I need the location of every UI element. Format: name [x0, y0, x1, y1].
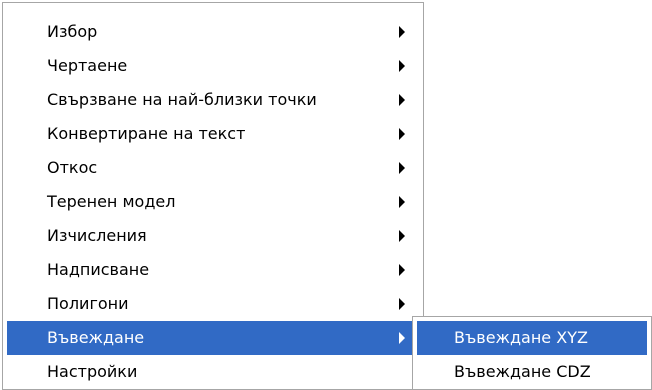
submenu-item-vavezhdane-xyz[interactable]: Въвеждане XYZ: [417, 321, 647, 355]
menu-item-label: Въвеждане XYZ: [454, 328, 588, 347]
menu-item-otkos[interactable]: Откос: [7, 151, 419, 185]
menu-item-chertaene[interactable]: Чертаене: [7, 49, 419, 83]
menu-item-nadpisvane[interactable]: Надписване: [7, 253, 419, 287]
menu-item-label: Въвеждане: [47, 328, 145, 347]
menu-item-svarzvane[interactable]: Свързване на най-близки точки: [7, 83, 419, 117]
menu-item-label: Полигони: [47, 294, 129, 313]
menu-item-konvertirane[interactable]: Конвертиране на текст: [7, 117, 419, 151]
menu-item-label: Въвеждане CDZ: [454, 362, 591, 381]
submenu-arrow-icon: [399, 196, 405, 208]
submenu-arrow-icon: [399, 332, 405, 344]
menu-item-nastroyki[interactable]: Настройки: [7, 355, 419, 389]
menu-item-label: Конвертиране на текст: [47, 124, 246, 143]
submenu-arrow-icon: [399, 264, 405, 276]
submenu-arrow-icon: [399, 162, 405, 174]
submenu-list: Въвеждане XYZ Въвеждане CDZ: [413, 321, 651, 389]
context-menu-list: Избор Чертаене Свързване на най-близки т…: [3, 15, 423, 389]
menu-item-vavezhdane[interactable]: Въвеждане: [7, 321, 419, 355]
menu-item-izchisleniya[interactable]: Изчисления: [7, 219, 419, 253]
context-menu: Избор Чертаене Свързване на най-близки т…: [2, 2, 424, 390]
submenu-item-vavezhdane-cdz[interactable]: Въвеждане CDZ: [417, 355, 647, 389]
menu-item-label: Свързване на най-близки точки: [47, 90, 317, 109]
menu-item-poligoni[interactable]: Полигони: [7, 287, 419, 321]
menu-item-label: Чертаене: [47, 56, 128, 75]
menu-item-label: Настройки: [47, 362, 138, 381]
menu-item-label: Избор: [47, 22, 98, 41]
submenu-arrow-icon: [399, 60, 405, 72]
submenu-arrow-icon: [399, 298, 405, 310]
vavezhdane-submenu: Въвеждане XYZ Въвеждане CDZ: [412, 316, 652, 390]
submenu-arrow-icon: [399, 230, 405, 242]
menu-item-terenen-model[interactable]: Теренен модел: [7, 185, 419, 219]
menu-item-label: Изчисления: [47, 226, 147, 245]
menu-item-label: Теренен модел: [47, 192, 176, 211]
submenu-arrow-icon: [399, 94, 405, 106]
submenu-arrow-icon: [399, 26, 405, 38]
menu-item-label: Откос: [47, 158, 98, 177]
menu-item-label: Надписване: [47, 260, 150, 279]
submenu-arrow-icon: [399, 128, 405, 140]
menu-item-izbor[interactable]: Избор: [7, 15, 419, 49]
